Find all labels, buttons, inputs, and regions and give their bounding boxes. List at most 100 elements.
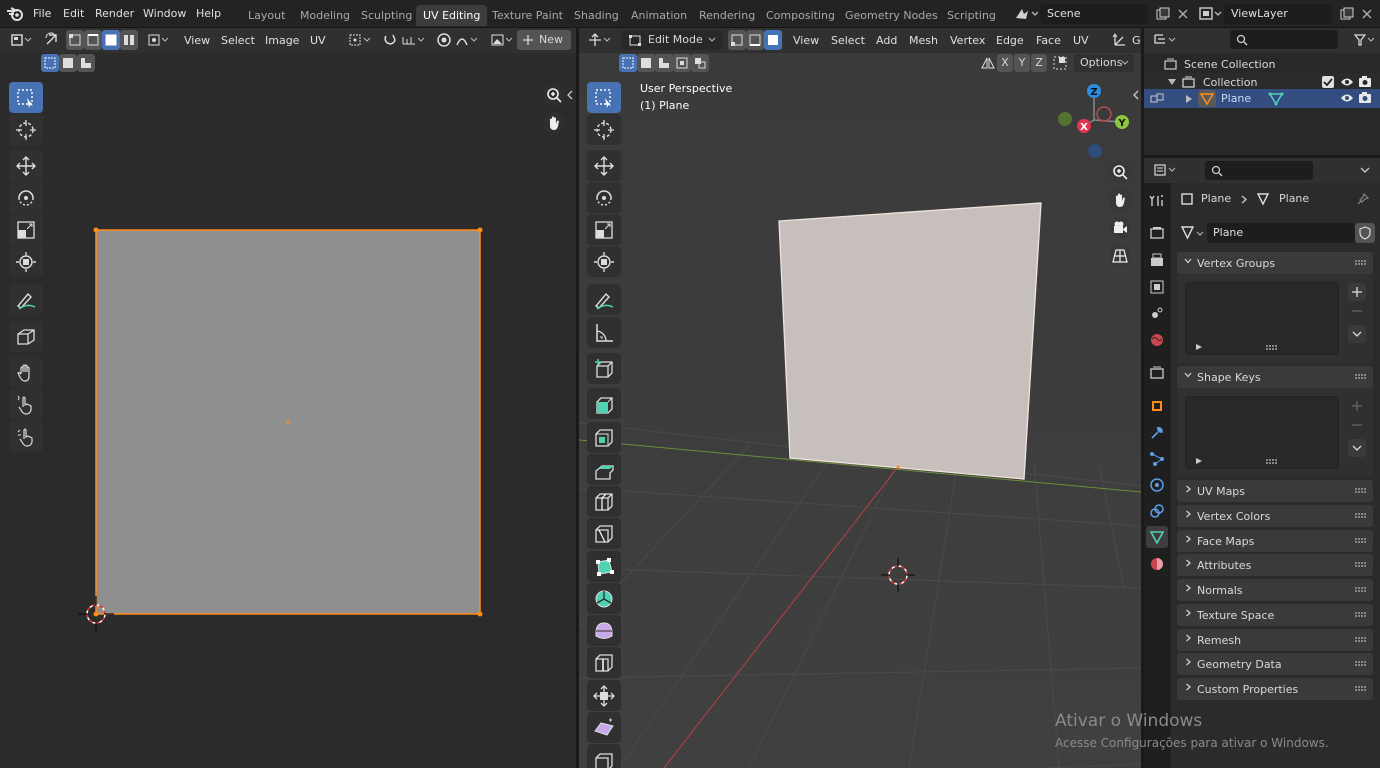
drag-handle-icon[interactable] bbox=[1355, 612, 1367, 618]
tool-transform[interactable] bbox=[587, 246, 621, 277]
panel-shape-keys[interactable]: Shape Keys bbox=[1177, 366, 1373, 388]
add-shape-key-button[interactable] bbox=[1348, 397, 1366, 415]
list-resize-grip-icon[interactable] bbox=[1266, 459, 1278, 464]
tool-shear[interactable] bbox=[587, 712, 621, 743]
drag-handle-icon[interactable] bbox=[1355, 661, 1367, 667]
tool-annotate[interactable] bbox=[587, 284, 621, 315]
remove-view-layer-icon[interactable] bbox=[1357, 4, 1377, 24]
mesh-name-field[interactable]: Plane bbox=[1207, 223, 1355, 243]
uv-tool-move[interactable] bbox=[9, 150, 43, 181]
fake-user-shield-icon[interactable] bbox=[1355, 223, 1375, 243]
topology-mirror-icon[interactable] bbox=[1050, 54, 1070, 72]
drag-handle-icon[interactable] bbox=[1355, 488, 1367, 494]
tool-loop-cut[interactable] bbox=[587, 486, 621, 517]
uv-tool-transform[interactable] bbox=[9, 246, 43, 277]
mesh-browse-button[interactable] bbox=[1180, 223, 1206, 243]
shape-keys-list[interactable] bbox=[1185, 396, 1339, 469]
tool-tab-icon[interactable] bbox=[1146, 190, 1168, 212]
uv-tool-grab[interactable] bbox=[9, 357, 43, 388]
output-tab-icon[interactable] bbox=[1146, 249, 1168, 271]
outliner-type-icon[interactable] bbox=[1152, 30, 1180, 50]
tool-select-box[interactable] bbox=[587, 82, 621, 113]
outliner-search-input[interactable] bbox=[1230, 30, 1338, 49]
tab-shading[interactable]: Shading bbox=[567, 5, 626, 26]
viewport-pan-icon[interactable] bbox=[1109, 189, 1131, 211]
gizmo-neg-y[interactable] bbox=[1058, 112, 1072, 126]
viewport-menu-face[interactable]: Face bbox=[1036, 32, 1061, 50]
uv-tool-rip[interactable] bbox=[9, 321, 43, 352]
scene-selector-icon[interactable] bbox=[1014, 6, 1039, 22]
tool-smooth[interactable] bbox=[587, 615, 621, 646]
world-tab-icon[interactable] bbox=[1146, 329, 1168, 351]
viewport-menu-select[interactable]: Select bbox=[831, 32, 865, 50]
tab-sculpting[interactable]: Sculpting bbox=[354, 5, 419, 26]
eye-icon[interactable] bbox=[1340, 76, 1354, 88]
uv-canvas[interactable] bbox=[0, 28, 576, 768]
tool-shrink-fatten[interactable] bbox=[587, 680, 621, 711]
panel-attributes[interactable]: Attributes bbox=[1177, 554, 1373, 576]
tab-layout[interactable]: Layout bbox=[241, 5, 292, 26]
tool-knife[interactable] bbox=[587, 518, 621, 549]
tool-spin[interactable] bbox=[587, 583, 621, 614]
outliner-row-scene-collection[interactable]: Scene Collection bbox=[1144, 55, 1380, 74]
remove-vertex-group-button[interactable] bbox=[1348, 302, 1366, 320]
drag-handle-icon[interactable] bbox=[1355, 260, 1367, 266]
panel-remesh[interactable]: Remesh bbox=[1177, 629, 1373, 651]
vp-select-extend-icon[interactable] bbox=[637, 54, 655, 72]
mirror-icon[interactable] bbox=[978, 54, 998, 72]
filter-icon[interactable] bbox=[1352, 30, 1378, 50]
drag-handle-icon[interactable] bbox=[1355, 637, 1367, 643]
tab-animation[interactable]: Animation bbox=[624, 5, 694, 26]
shape-key-specials-button[interactable] bbox=[1348, 439, 1366, 457]
panel-vertex-groups[interactable]: Vertex Groups bbox=[1177, 252, 1373, 274]
mesh-data-icon[interactable] bbox=[1268, 91, 1284, 106]
pin-icon[interactable] bbox=[1356, 192, 1370, 206]
chevron-down-icon[interactable] bbox=[1360, 167, 1370, 174]
panel-custom-properties[interactable]: Custom Properties bbox=[1177, 678, 1373, 700]
panel-vertex-colors[interactable]: Vertex Colors bbox=[1177, 505, 1373, 527]
tool-inset-faces[interactable] bbox=[587, 422, 621, 453]
vp-select-invert-icon[interactable] bbox=[673, 54, 691, 72]
menu-file[interactable]: File bbox=[33, 5, 51, 23]
drag-handle-icon[interactable] bbox=[1355, 538, 1367, 544]
vp-select-subtract-icon[interactable] bbox=[655, 54, 673, 72]
tab-geometry-nodes[interactable]: Geometry Nodes bbox=[838, 5, 945, 26]
render-tab-icon[interactable] bbox=[1146, 222, 1168, 244]
pan-hand-icon[interactable] bbox=[543, 112, 565, 134]
plane-mesh[interactable] bbox=[778, 202, 1042, 480]
tool-rotate[interactable] bbox=[587, 182, 621, 213]
vertex-groups-list[interactable] bbox=[1185, 282, 1339, 355]
face-select-mode-icon[interactable] bbox=[764, 30, 782, 50]
gizmo-neg-z[interactable] bbox=[1088, 144, 1102, 158]
view-layer-field[interactable]: ViewLayer bbox=[1224, 4, 1332, 24]
camera-render-icon[interactable] bbox=[1358, 75, 1372, 88]
uv-tool-rotate[interactable] bbox=[9, 182, 43, 213]
viewport-menu-add[interactable]: Add bbox=[876, 32, 897, 50]
viewport-menu-mesh[interactable]: Mesh bbox=[909, 32, 938, 50]
outliner-row-plane[interactable]: Plane bbox=[1144, 89, 1380, 108]
material-tab-icon[interactable] bbox=[1146, 553, 1168, 575]
viewport-menu-view[interactable]: View bbox=[793, 32, 819, 50]
list-filter-arrow-icon[interactable] bbox=[1196, 458, 1202, 464]
3d-editor-type-icon[interactable] bbox=[587, 30, 615, 50]
tool-cursor[interactable] bbox=[587, 114, 621, 145]
zoom-icon[interactable] bbox=[543, 84, 565, 106]
modifier-tab-icon[interactable] bbox=[1146, 422, 1168, 444]
options-dropdown[interactable]: Options bbox=[1074, 54, 1134, 72]
menu-edit[interactable]: Edit bbox=[63, 5, 84, 23]
panel-face-maps[interactable]: Face Maps bbox=[1177, 530, 1373, 552]
uv-tool-select-box[interactable] bbox=[9, 82, 43, 113]
navigation-gizmo[interactable]: Z Y X bbox=[1054, 80, 1134, 160]
vp-select-new-icon[interactable] bbox=[619, 54, 637, 72]
expand-arrow-icon[interactable] bbox=[1186, 95, 1193, 103]
drag-handle-icon[interactable] bbox=[1355, 587, 1367, 593]
view-layer-tab-icon[interactable] bbox=[1146, 276, 1168, 298]
viewport-sidebar-toggle-icon[interactable] bbox=[1132, 90, 1140, 100]
mirror-x-button[interactable]: X bbox=[997, 54, 1013, 72]
blender-logo-icon[interactable] bbox=[6, 6, 24, 22]
menu-help[interactable]: Help bbox=[196, 5, 221, 23]
3d-viewport-area[interactable]: Edit Mode View Select Add Mesh Vertex Ed… bbox=[579, 28, 1141, 768]
object-tab-icon[interactable] bbox=[1146, 395, 1168, 417]
scene-field[interactable]: Scene bbox=[1040, 4, 1148, 24]
perspective-toggle-icon[interactable] bbox=[1109, 245, 1131, 267]
